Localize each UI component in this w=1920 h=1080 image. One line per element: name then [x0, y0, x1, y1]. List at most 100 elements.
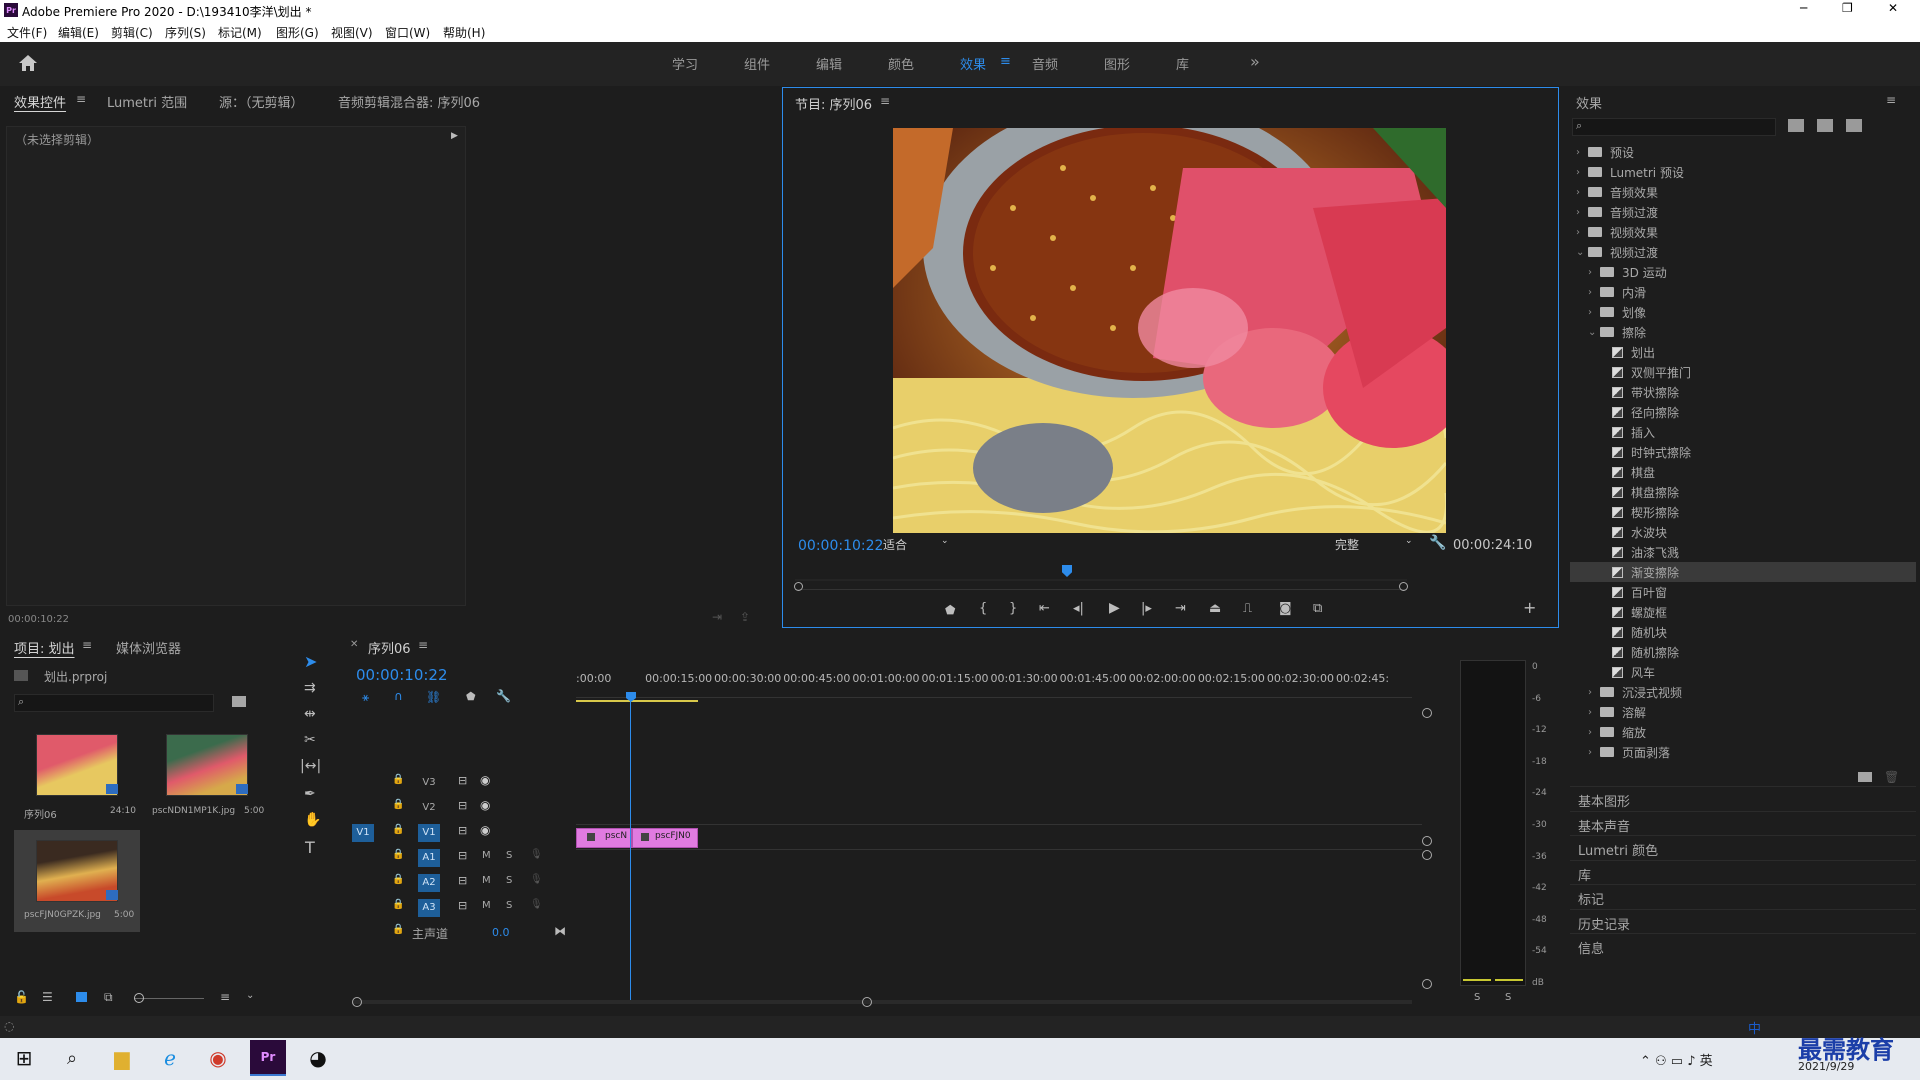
effects-tree-item[interactable]: 带状擦除: [1570, 382, 1916, 402]
chevron-right-icon[interactable]: ›: [1576, 167, 1588, 178]
effects-tree-item[interactable]: 螺旋框: [1570, 602, 1916, 622]
sort-icon[interactable]: ≡: [220, 990, 230, 1004]
track-select-tool-icon[interactable]: ⇉: [304, 680, 316, 696]
program-video-frame[interactable]: [893, 128, 1446, 533]
track-name[interactable]: A1: [418, 849, 440, 867]
nest-toggle-icon[interactable]: ⚹: [362, 690, 369, 705]
effects-tree-item[interactable]: 油漆飞溅: [1570, 542, 1916, 562]
effects-tree-item[interactable]: › 缩放: [1570, 722, 1916, 742]
solo-right-button[interactable]: S: [1505, 992, 1511, 1003]
export-icon[interactable]: ⇪: [740, 610, 750, 624]
freeform-view-icon[interactable]: ⧉: [104, 990, 113, 1005]
play-arrow-icon[interactable]: ▶: [451, 131, 458, 141]
workspace-assembly[interactable]: 组件: [744, 54, 770, 73]
effects-tree-item[interactable]: 水波块: [1570, 522, 1916, 542]
tab-sequence[interactable]: 序列06: [368, 638, 411, 657]
track-name[interactable]: V3: [418, 774, 440, 792]
solo-button[interactable]: S: [506, 875, 512, 886]
chevron-right-icon[interactable]: ›: [1576, 207, 1588, 218]
timeline-timecode[interactable]: 00:00:10:22: [356, 666, 448, 684]
zoom-handle-right[interactable]: [1399, 582, 1408, 591]
chevron-right-icon[interactable]: ›: [1588, 727, 1600, 738]
go-to-out-icon[interactable]: ⇥: [1175, 601, 1186, 616]
menu-sequence[interactable]: 序列(S): [165, 24, 206, 41]
wrench-icon[interactable]: 🔧: [1429, 535, 1446, 551]
menu-view[interactable]: 视图(V): [331, 24, 373, 41]
effects-tree-item[interactable]: 随机块: [1570, 622, 1916, 642]
chevron-right-icon[interactable]: ›: [1588, 707, 1600, 718]
menu-graphics[interactable]: 图形(G): [276, 24, 319, 41]
vertical-scroll-handle[interactable]: [1422, 708, 1432, 718]
chevron-right-icon[interactable]: ›: [1576, 147, 1588, 158]
effects-tree-item[interactable]: 渐变擦除: [1570, 562, 1916, 582]
project-item-image-selected[interactable]: pscFJN0GPZK.jpg 5:00: [14, 830, 140, 932]
source-patch-button[interactable]: V1: [352, 824, 374, 842]
effects-search-input[interactable]: ⌕: [1572, 118, 1776, 136]
work-area-bar[interactable]: [576, 700, 698, 702]
tab-media-browser[interactable]: 媒体浏览器: [116, 638, 181, 657]
maximize-button[interactable]: ❐: [1842, 1, 1853, 15]
effects-tree-item[interactable]: › 内滑: [1570, 282, 1916, 302]
compare-icon[interactable]: ⧉: [1313, 601, 1322, 616]
effects-tree-item[interactable]: › 沉浸式视频: [1570, 682, 1916, 702]
mark-in-icon[interactable]: {: [979, 601, 987, 616]
microphone-icon[interactable]: 🎙: [530, 874, 543, 885]
razor-tool-icon[interactable]: ✂: [304, 732, 316, 748]
list-view-icon[interactable]: ☰: [42, 990, 53, 1004]
add-marker-icon[interactable]: ⬟: [945, 603, 955, 617]
add-button-icon[interactable]: +: [1523, 598, 1536, 617]
effects-panel-title[interactable]: 效果: [1576, 93, 1602, 112]
effects-tree-item[interactable]: 时钟式擦除: [1570, 442, 1916, 462]
effects-tree-item[interactable]: › 划像: [1570, 302, 1916, 322]
hand-tool-icon[interactable]: ✋: [304, 812, 321, 828]
sync-lock-icon[interactable]: ⊟: [458, 899, 467, 912]
chevron-down-icon[interactable]: ⌄: [1588, 327, 1600, 338]
zoom-slider-handle[interactable]: [134, 993, 144, 1003]
chevron-right-icon[interactable]: ›: [1588, 307, 1600, 318]
effects-tree-item[interactable]: › 预设: [1570, 142, 1916, 162]
workspace-more-button[interactable]: »: [1250, 52, 1260, 71]
menu-help[interactable]: 帮助(H): [443, 24, 485, 41]
solo-left-button[interactable]: S: [1474, 992, 1480, 1003]
panel-menu-icon[interactable]: ≡: [1886, 93, 1896, 107]
workspace-editing[interactable]: 编辑: [816, 54, 842, 73]
stacked-panel-header[interactable]: 历史记录: [1570, 908, 1916, 933]
effects-tree-item[interactable]: ⌄ 视频过渡: [1570, 242, 1916, 262]
vertical-scroll-handle[interactable]: [1422, 836, 1432, 846]
chevron-right-icon[interactable]: ›: [1588, 687, 1600, 698]
mute-button[interactable]: M: [482, 875, 491, 886]
tab-project[interactable]: 项目: 划出: [14, 638, 75, 657]
new-folder-icon[interactable]: [1858, 772, 1872, 782]
effects-tree-item[interactable]: 百叶窗: [1570, 582, 1916, 602]
master-volume-value[interactable]: 0.0: [492, 926, 510, 939]
timeline-settings-icon[interactable]: 🔧: [496, 689, 511, 703]
effects-tree-item[interactable]: › 视频效果: [1570, 222, 1916, 242]
quality-dropdown[interactable]: 完整 ⌄: [1335, 536, 1415, 554]
minimize-button[interactable]: ─: [1800, 1, 1807, 15]
stacked-panel-header[interactable]: 标记: [1570, 884, 1916, 908]
workspace-libraries[interactable]: 库: [1176, 54, 1189, 73]
effects-tree-item[interactable]: 随机擦除: [1570, 642, 1916, 662]
workspace-color[interactable]: 颜色: [888, 54, 914, 73]
effects-tree-item[interactable]: › 页面剥落: [1570, 742, 1916, 762]
sync-lock-icon[interactable]: ⊟: [458, 824, 467, 837]
microphone-icon[interactable]: 🎙: [530, 849, 543, 860]
effects-tree-item[interactable]: 双侧平推门: [1570, 362, 1916, 382]
type-tool-icon[interactable]: T: [305, 838, 315, 857]
track-lock-icon[interactable]: 🔒: [392, 899, 404, 910]
tab-source[interactable]: 源：（无剪辑）: [219, 92, 304, 111]
track-name[interactable]: V1: [418, 824, 440, 842]
eye-icon[interactable]: ◉: [480, 823, 490, 837]
h-scroll-handle-left[interactable]: [352, 997, 362, 1007]
track-lock-icon[interactable]: 🔒: [392, 924, 404, 935]
stacked-panel-header[interactable]: 库: [1570, 859, 1916, 884]
add-marker-icon[interactable]: ⬟: [466, 690, 476, 703]
slip-tool-icon[interactable]: |↔|: [300, 758, 321, 774]
track-name[interactable]: A3: [418, 899, 440, 917]
horizontal-scrollbar[interactable]: [352, 1000, 1412, 1004]
effects-tree-item[interactable]: › 音频效果: [1570, 182, 1916, 202]
effects-tree-item[interactable]: 棋盘擦除: [1570, 482, 1916, 502]
effects-tree-item[interactable]: 风车: [1570, 662, 1916, 682]
stacked-panel-header[interactable]: 信息: [1570, 933, 1916, 957]
chevron-down-icon[interactable]: ⌄: [1576, 247, 1588, 258]
